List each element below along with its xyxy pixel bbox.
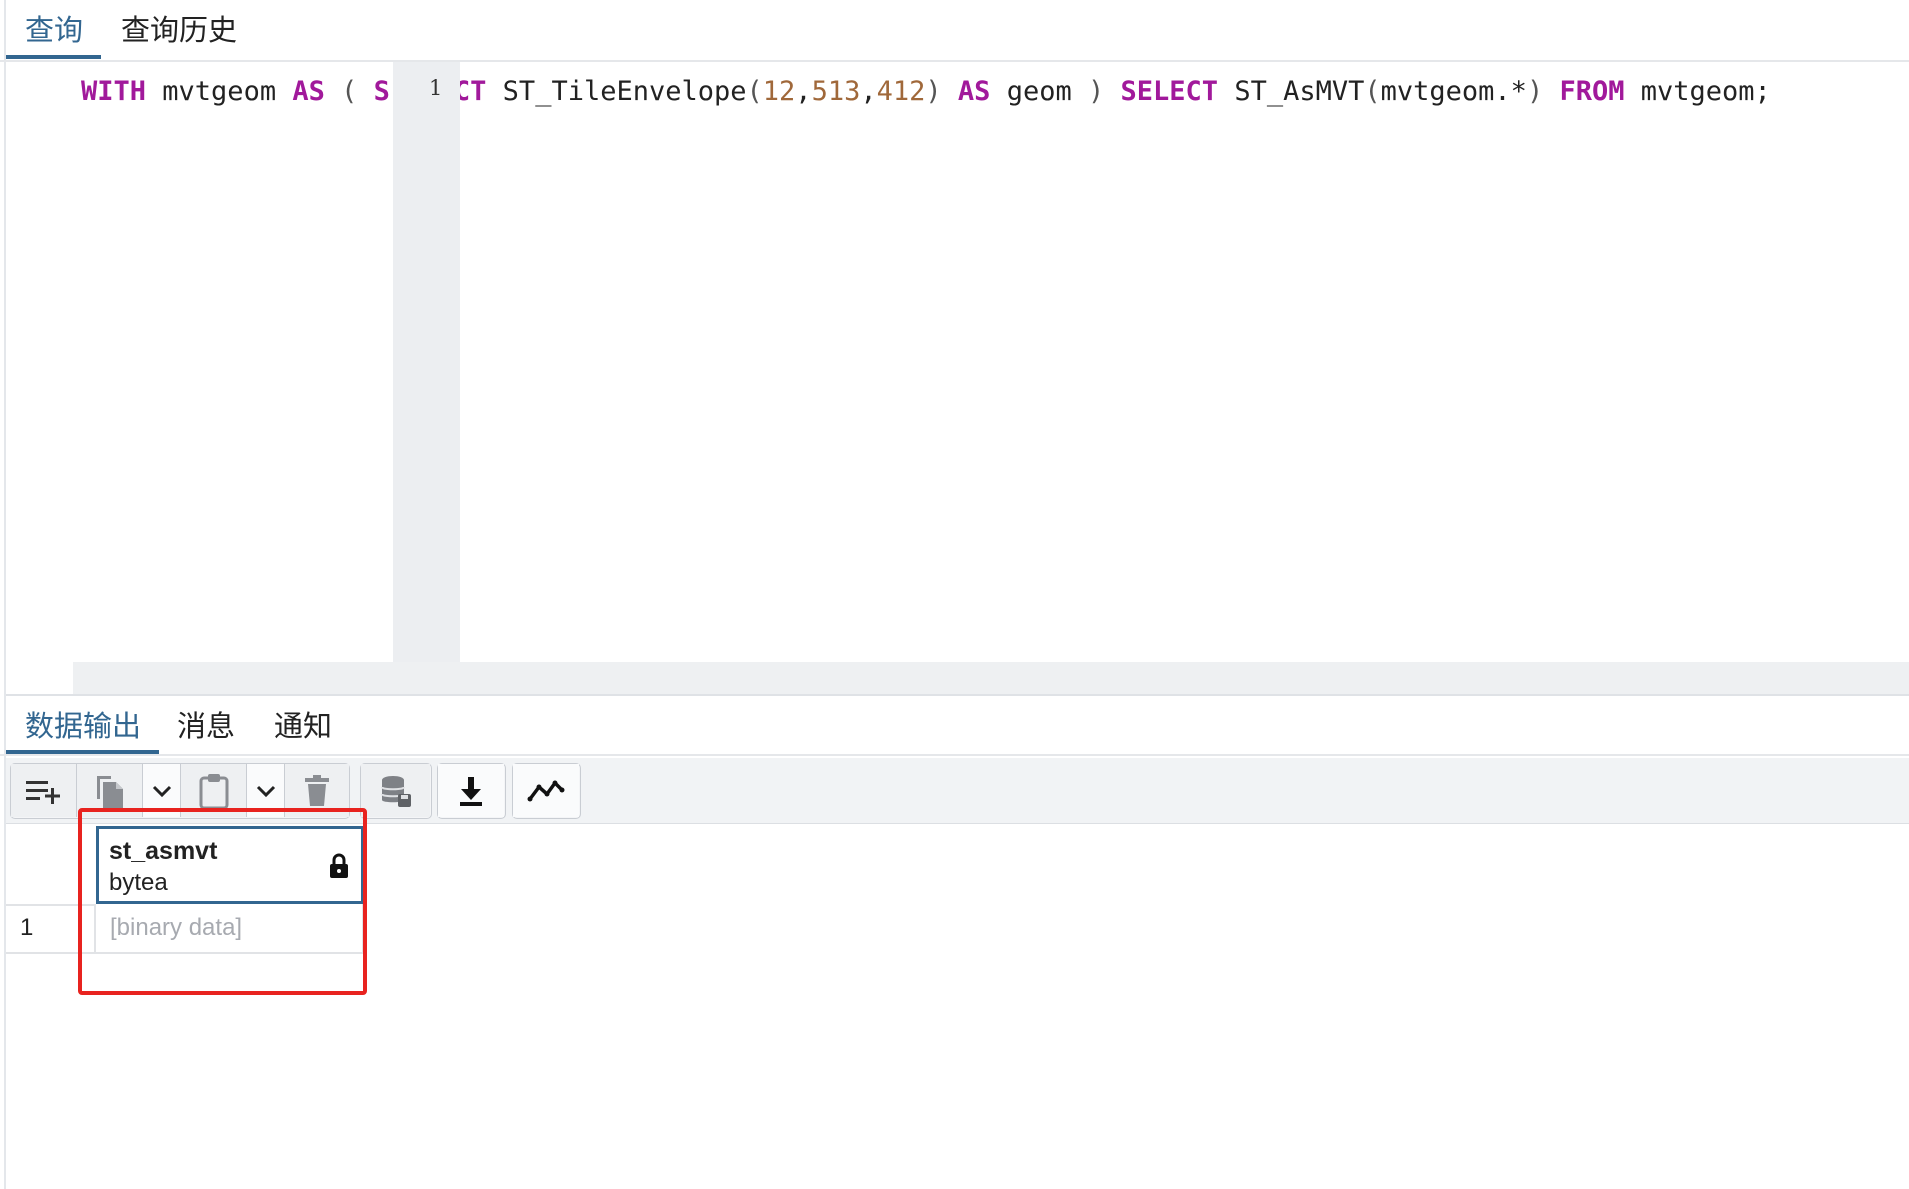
code-token: AS	[292, 76, 325, 107]
code-token: ,	[860, 76, 877, 107]
code-token: (	[1364, 76, 1381, 107]
code-token: (	[324, 76, 374, 107]
query-tool-window: 查询 查询历史 WITH mvtgeom AS ( S CT ST_TileEnv…	[0, 0, 1909, 1189]
chevron-down-icon	[256, 784, 276, 798]
code-token: ST_TileEnvelope	[486, 76, 747, 107]
code-line-1[interactable]: WITH mvtgeom AS ( S CT ST_TileEnvelope(12…	[81, 74, 1771, 110]
line-number: 1	[429, 76, 443, 100]
save-data-changes[interactable]	[361, 764, 430, 817]
row-separator	[6, 952, 363, 954]
download-button[interactable]	[438, 764, 504, 817]
copy-button[interactable]	[77, 764, 143, 817]
graph-visualiser-button[interactable]	[513, 764, 579, 817]
code-token: AS	[957, 76, 991, 107]
code-token: )	[1087, 76, 1105, 107]
cell-border	[362, 904, 364, 954]
code-token: 12	[762, 76, 796, 107]
tab-data-output[interactable]: 数据输出	[25, 706, 141, 746]
code-token: mvtgeom.*	[1380, 76, 1527, 107]
download-button-group	[437, 763, 506, 819]
save-data-button[interactable]	[360, 763, 432, 819]
horizontal-scrollbar[interactable]	[73, 662, 1909, 694]
code-token: mvtgeom;	[1624, 76, 1771, 107]
results-toolbar	[6, 758, 1909, 824]
sql-editor[interactable]: WITH mvtgeom AS ( S CT ST_TileEnvelope(12…	[6, 62, 1909, 694]
paste-icon	[198, 772, 230, 810]
copy-options-dropdown[interactable]	[143, 764, 181, 817]
output-tabs: 数据输出 消息 通知	[0, 696, 1909, 756]
chevron-down-icon	[152, 784, 172, 798]
download-icon	[457, 775, 485, 807]
add-row-icon	[24, 776, 64, 806]
copy-icon	[93, 772, 127, 810]
delete-button[interactable]	[285, 764, 349, 817]
code-token: ST_AsMVT	[1218, 76, 1365, 107]
cell-border	[94, 904, 96, 954]
row-header-separator	[6, 904, 96, 906]
code-token: )	[1526, 76, 1544, 107]
code-token: 513	[811, 76, 861, 107]
code-token: geom	[990, 76, 1088, 107]
code-token: S	[373, 76, 390, 107]
graph-button-group	[512, 763, 581, 819]
tab-notifications[interactable]: 通知	[274, 706, 332, 746]
code-token: ,	[795, 76, 812, 107]
column-name: st_asmvt	[109, 837, 218, 865]
code-token: FROM	[1559, 76, 1625, 107]
column-header-st-asmvt[interactable]: st_asmvt bytea	[96, 826, 364, 904]
add-row-button[interactable]	[11, 764, 77, 817]
tab-messages[interactable]: 消息	[177, 706, 235, 746]
tab-query-history[interactable]: 查询历史	[121, 10, 237, 50]
row-number[interactable]: 1	[20, 914, 33, 942]
table-cell-binary-data[interactable]: [binary data]	[110, 914, 242, 942]
tab-query[interactable]: 查询	[25, 10, 83, 50]
paste-options-dropdown[interactable]	[247, 764, 285, 817]
column-type: bytea	[109, 869, 168, 896]
code-token: WITH	[81, 76, 147, 107]
code-token: (	[746, 76, 763, 107]
edit-button-group	[10, 763, 350, 819]
line-number-gutter: 1	[393, 62, 460, 694]
code-token: mvtgeom	[146, 76, 293, 107]
code-token: 412	[876, 76, 926, 107]
graph-icon	[527, 778, 565, 804]
code-token: SELECT	[1120, 76, 1219, 107]
active-tab-indicator	[6, 55, 101, 59]
code-token: )	[925, 76, 942, 107]
delete-icon	[303, 774, 331, 808]
results-grid: st_asmvt bytea 1 [binary data]	[6, 824, 1909, 1189]
save-data-icon	[380, 774, 412, 808]
active-output-tab-indicator	[6, 750, 159, 754]
lock-icon	[329, 853, 349, 884]
paste-button[interactable]	[181, 764, 247, 817]
query-tabs: 查询 查询历史	[0, 0, 1909, 62]
